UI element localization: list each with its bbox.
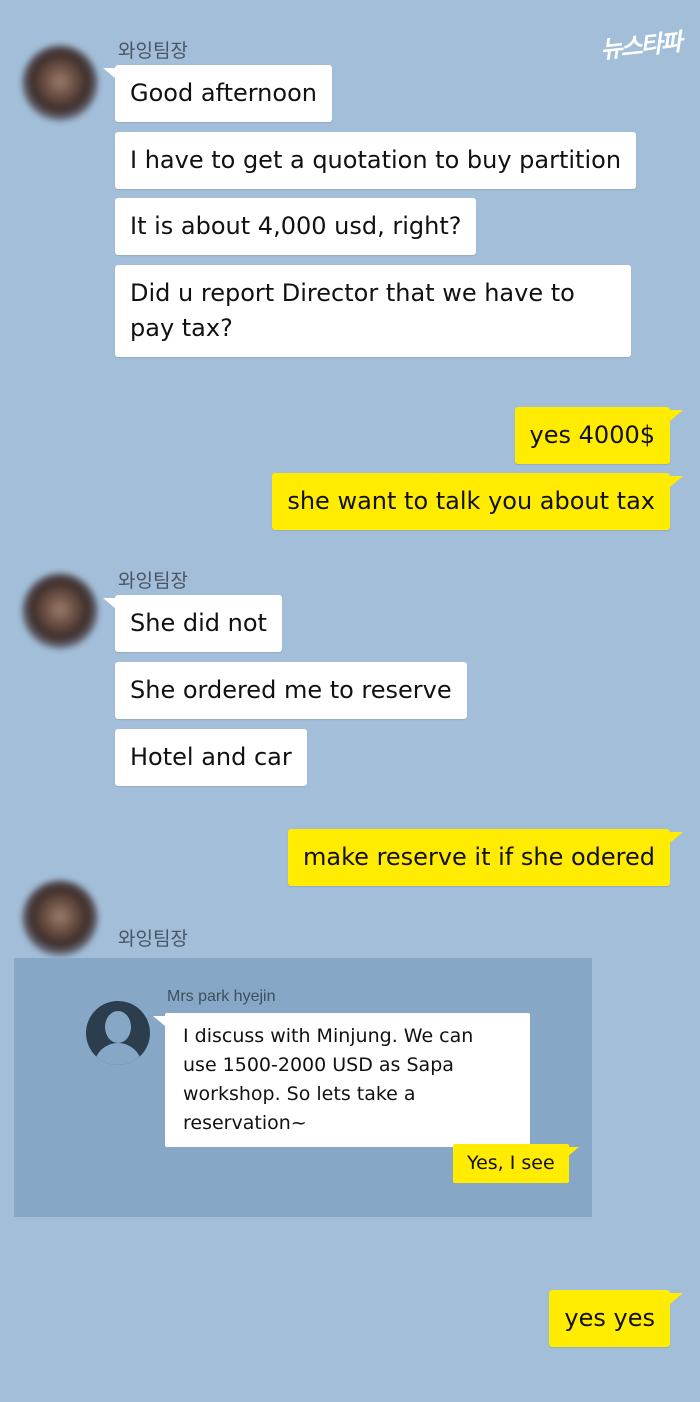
incoming-message[interactable]: Hotel and car [115, 729, 307, 786]
incoming-message[interactable]: She ordered me to reserve [115, 662, 467, 719]
outgoing-message[interactable]: she want to talk you about tax [272, 473, 670, 530]
outgoing-message[interactable]: yes 4000$ [514, 407, 670, 464]
forwarded-message: I discuss with Minjung. We can use 1500-… [165, 1013, 530, 1147]
bubble-tail [670, 410, 683, 421]
default-profile-icon [86, 1001, 150, 1065]
incoming-message[interactable]: Did u report Director that we have to pa… [115, 265, 631, 357]
contact-avatar[interactable] [22, 880, 98, 956]
sender-name: 와잉팀장 [118, 570, 188, 592]
bubble-tail [153, 1016, 165, 1026]
forwarded-sender-name: Mrs park hyejin [167, 988, 276, 1005]
outgoing-message[interactable]: make reserve it if she odered [288, 829, 670, 886]
bubble-tail [567, 1147, 579, 1157]
forwarded-reply: Yes, I see [453, 1144, 569, 1183]
incoming-message[interactable]: It is about 4,000 usd, right? [115, 198, 477, 255]
watermark-logo: 뉴스타파 [598, 26, 682, 65]
bubble-tail [670, 1293, 683, 1304]
forwarded-screenshot[interactable]: Mrs park hyejin I discuss with Minjung. … [14, 958, 592, 1217]
incoming-message[interactable]: Good afternoon [115, 65, 332, 122]
incoming-message[interactable]: I have to get a quotation to buy partiti… [115, 132, 637, 189]
sender-name: 와잉팀장 [118, 928, 188, 950]
contact-avatar[interactable] [22, 45, 98, 121]
incoming-message[interactable]: She did not [115, 595, 282, 652]
sender-name: 와잉팀장 [118, 40, 188, 62]
outgoing-message[interactable]: yes yes [549, 1290, 670, 1347]
bubble-tail [670, 476, 683, 487]
contact-avatar[interactable] [22, 573, 98, 649]
bubble-tail [670, 832, 683, 843]
